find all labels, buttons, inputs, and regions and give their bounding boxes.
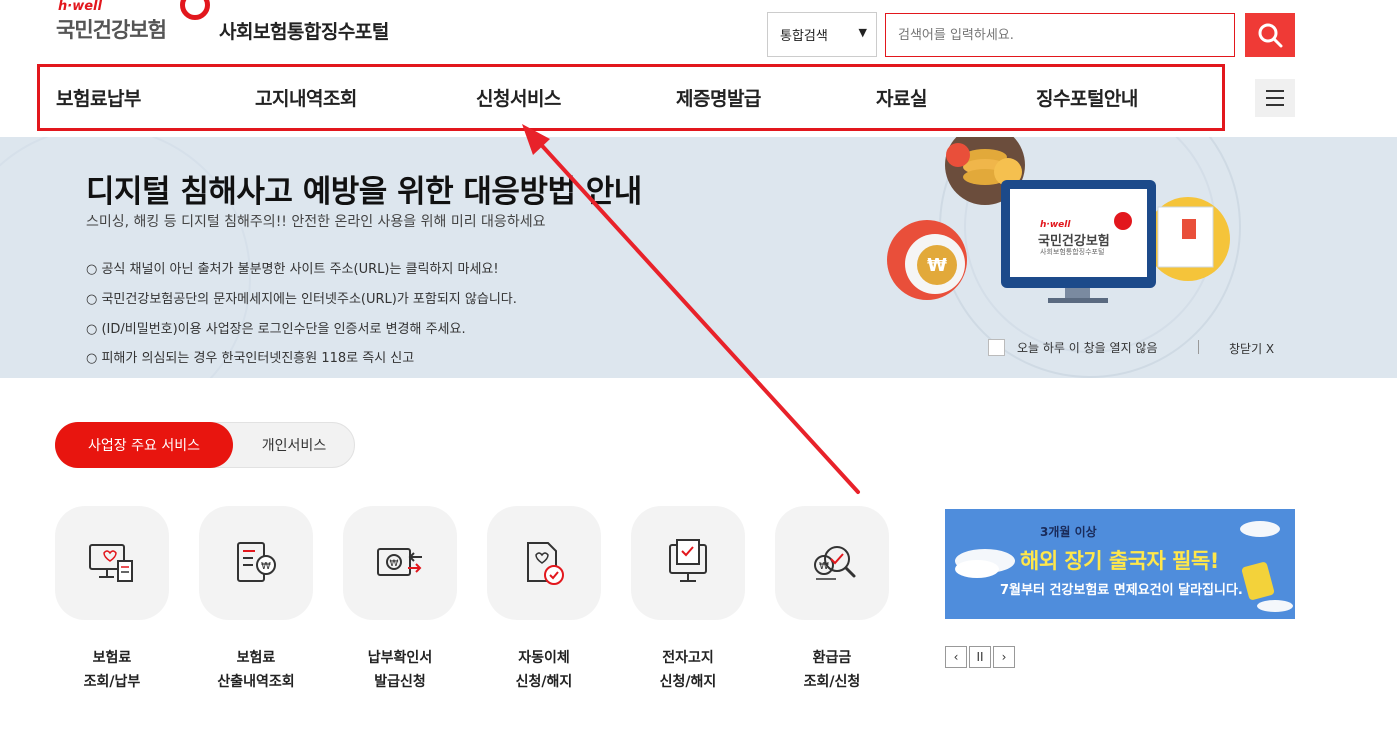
promo-line-2: 해외 장기 출국자 필독! [1020,549,1219,573]
service-label-line: 전자고지 [662,650,714,666]
chevron-down-icon: ▼ [858,26,867,39]
service-label[interactable]: 자동이체 신청/해지 [464,646,624,694]
promo-banner[interactable]: 3개월 이상 해외 장기 출국자 필독! 7월부터 건강보험료 면제요건이 달라… [945,509,1295,619]
hamburger-line [1266,90,1284,92]
search-scope-select[interactable]: 통합검색 ▼ [767,12,877,57]
service-label-line: 환급금 [812,650,852,666]
monitor-receipt-icon [89,544,133,582]
svg-text:₩: ₩ [927,255,947,276]
logo-hwell-text: h·well [58,0,102,14]
service-tile-auto-transfer[interactable] [487,506,601,620]
service-label-line: 자동이체 [518,650,570,666]
service-tile-refund[interactable]: ₩ [775,506,889,620]
service-label-line: 조회/납부 [83,674,141,690]
promo-line-1: 3개월 이상 [1040,525,1097,539]
banner-subtitle: 스미싱, 해킹 등 디지털 침해주의!! 안전한 온라인 사용을 위해 미리 대… [86,214,546,230]
notice-item: ○ 공식 채널이 아닌 출처가 불분명한 사이트 주소(URL)는 클릭하지 마… [86,262,499,277]
search-button[interactable] [1245,13,1295,57]
service-tile-electronic-notice[interactable] [631,506,745,620]
nav-item-archive[interactable]: 자료실 [876,84,927,111]
service-tile-premium-calculation[interactable]: ₩ [199,506,313,620]
monitor-check-icon [669,539,707,582]
service-tile-premium-payment[interactable] [55,506,169,620]
hamburger-line [1266,104,1284,106]
dont-show-today-checkbox[interactable] [988,339,1005,356]
search-icon [1258,23,1283,48]
won-search-icon: ₩ [814,546,856,580]
service-label-line: 조회/신청 [803,674,861,690]
service-label[interactable]: 보험료 조회/납부 [32,646,192,694]
hamburger-line [1266,97,1284,99]
site-logo[interactable]: h·well 국민건강보험 [56,0,226,44]
notice-item: ○ 국민건강보험공단의 문자메세지에는 인터넷주소(URL)가 포함되지 않습니… [86,292,517,307]
service-label[interactable]: 전자고지 신청/해지 [608,646,768,694]
promo-next-button[interactable]: › [993,646,1015,668]
notice-item: ○ (ID/비밀번호)이용 사업장은 로그인수단을 인증서로 변경해 주세요. [86,322,466,337]
document-check-icon [527,542,564,585]
notice-item: ○ 피해가 의심되는 경우 한국인터넷진흥원 118로 즉시 신고 [86,351,415,366]
tab-workplace-services[interactable]: 사업장 주요 서비스 [55,422,233,468]
promo-prev-button[interactable]: ‹ [945,646,967,668]
svg-text:₩: ₩ [261,561,271,572]
search-input[interactable] [885,13,1235,57]
service-label-line: 발급신청 [374,674,426,690]
service-label-line: 신청/해지 [659,674,717,690]
service-label[interactable]: 보험료 산출내역조회 [176,646,336,694]
nav-item-notice-inquiry[interactable]: 고지내역조회 [255,84,357,111]
divider [1198,340,1199,354]
search-scope-value: 통합검색 [780,29,828,44]
service-label-line: 보험료 [236,650,276,666]
monitor-logo-small: h·well [1040,220,1071,230]
dont-show-today-option[interactable]: 오늘 하루 이 창을 열지 않음 [988,339,1158,356]
document-won-icon: ₩ [237,542,276,582]
page: h·well 국민건강보험 사회보험통합징수포털 통합검색 ▼ 보험료납부 고지… [0,0,1397,749]
monitor-logo-sub: 사회보험통합징수포털 [1040,248,1105,256]
banner-title: 디지털 침해사고 예방을 위한 대응방법 안내 [86,174,642,210]
nav-item-portal-guide[interactable]: 징수포털안내 [1036,84,1138,111]
logo-heart-icon [180,0,210,20]
service-label[interactable]: 환급금 조회/신청 [752,646,912,694]
svg-text:₩: ₩ [390,559,399,569]
service-label-line: 산출내역조회 [217,674,295,690]
service-label-line: 보험료 [92,650,132,666]
promo-pause-button[interactable]: II [969,646,991,668]
logo-org-text: 국민건강보험 [56,18,167,42]
close-banner-button[interactable]: 창닫기 X [1229,340,1274,357]
won-transfer-icon: ₩ [377,548,422,576]
hamburger-menu-button[interactable] [1255,79,1295,117]
service-label[interactable]: 납부확인서 발급신청 [320,646,480,694]
nav-item-application-service[interactable]: 신청서비스 [476,84,561,111]
tab-personal-services[interactable]: 개인서비스 [233,422,355,468]
service-tile-payment-certificate[interactable]: ₩ [343,506,457,620]
dont-show-today-label: 오늘 하루 이 창을 열지 않음 [1017,341,1158,355]
nav-item-certificate[interactable]: 제증명발급 [676,84,761,111]
nav-item-payment[interactable]: 보험료납부 [56,84,141,111]
portal-title[interactable]: 사회보험통합징수포털 [219,17,389,44]
service-label-line: 납부확인서 [367,650,433,666]
promo-line-3: 7월부터 건강보험료 면제요건이 달라집니다. [1000,583,1243,598]
service-label-line: 신청/해지 [515,674,573,690]
